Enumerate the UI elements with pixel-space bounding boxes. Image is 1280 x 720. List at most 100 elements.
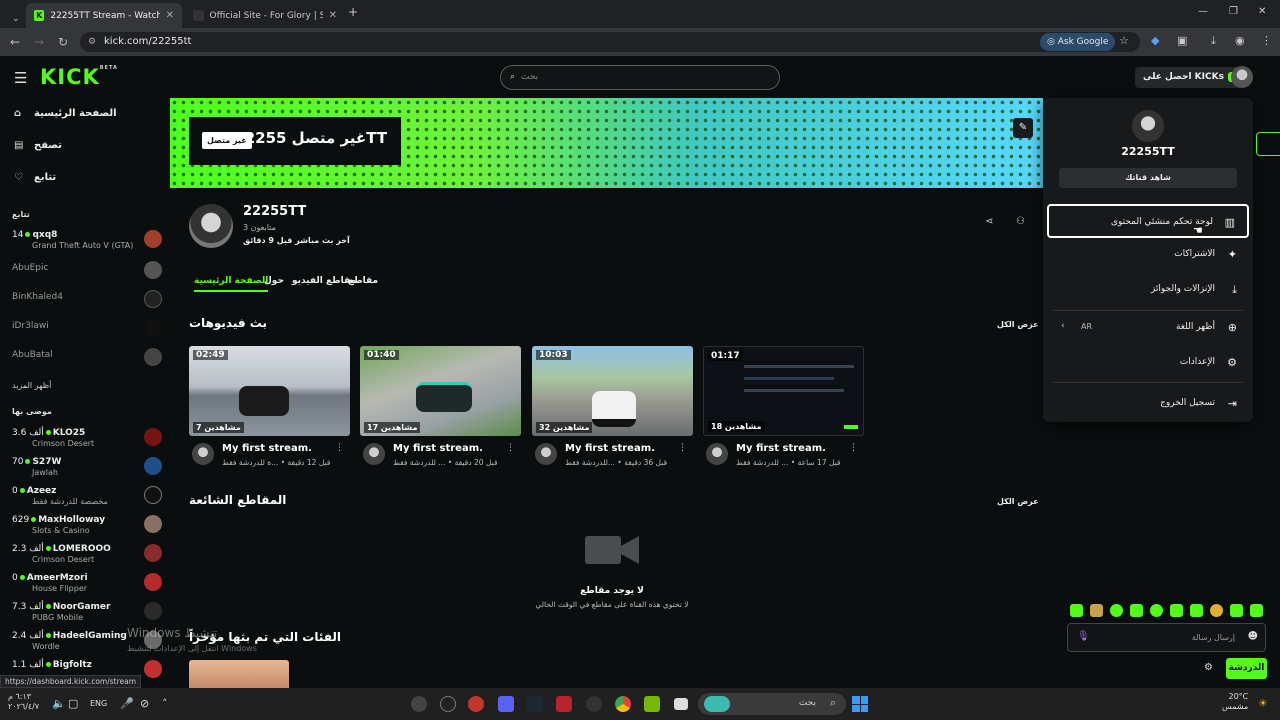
menu-item-settings[interactable]: الإعدادات ⚙ xyxy=(1047,346,1249,380)
video-thumbnail[interactable]: 01:40 17 مشاهدين xyxy=(360,346,521,436)
weather-widget[interactable]: 20°C مشمس xyxy=(1222,692,1248,712)
microphone-icon[interactable]: 🎙 xyxy=(1077,631,1090,642)
chat-message-input[interactable]: 🎙 إرسال رسالة ☻ xyxy=(1067,623,1266,652)
obs-studio-icon[interactable] xyxy=(440,696,456,712)
video-title[interactable]: My first stream. xyxy=(222,443,312,454)
more-options-icon[interactable]: ⋮ xyxy=(849,443,858,453)
video-title[interactable]: My first stream. xyxy=(393,443,483,454)
tab-home[interactable]: الصفحة الرئيسية xyxy=(194,276,269,292)
more-options-icon[interactable]: ⋮ xyxy=(335,443,344,453)
tray-chevron-icon[interactable]: ˄ xyxy=(162,697,168,710)
back-icon[interactable]: ← xyxy=(10,35,20,49)
video-thumbnail[interactable]: 10:03 32 مشاهدين xyxy=(532,346,693,436)
sidebar-channel-maxholloway[interactable]: 629 MaxHolloway Slots & Casino xyxy=(12,513,162,537)
search-input[interactable]: ⌕ بحث xyxy=(500,65,780,90)
taskbar-clock[interactable]: ٦:١٣ م ٢٠٢٦/٤/٧ xyxy=(8,692,39,712)
video-thumbnail[interactable]: 02:49 7 مشاهدين xyxy=(189,346,350,436)
maximize-button[interactable]: ❐ xyxy=(1229,6,1238,17)
tab-videos[interactable]: مقاطع الفيديو xyxy=(292,276,356,286)
file-explorer-icon[interactable] xyxy=(674,698,688,710)
taskbar-search[interactable]: بحث ⌕ xyxy=(698,693,846,715)
video-title[interactable]: My first stream. xyxy=(736,443,826,454)
share-icon[interactable]: ⋖ xyxy=(985,216,993,227)
sidebar-item-browse[interactable]: ▤ تصفح xyxy=(14,140,62,151)
video-card[interactable]: 02:49 7 مشاهدين My first stream. قبل 12 … xyxy=(189,346,350,471)
menu-item-creator-dashboard[interactable]: لوحة تحكم منشئي المحتوى ▥ ☚ xyxy=(1047,204,1249,238)
follow-user-icon[interactable]: ⚇ xyxy=(1016,216,1025,227)
sidebar-channel-binkhaled4[interactable]: BinKhaled4 xyxy=(12,288,162,312)
emote-icon[interactable] xyxy=(1110,604,1123,617)
video-card[interactable]: 01:40 17 مشاهدين My first stream. قبل 20… xyxy=(360,346,521,471)
url-field[interactable]: ⚙ kick.com/22255tt xyxy=(80,32,1140,52)
more-options-icon[interactable]: ⋮ xyxy=(506,443,515,453)
video-title[interactable]: My first stream. xyxy=(565,443,655,454)
show-more-link[interactable]: أظهر المزيد xyxy=(12,381,51,390)
category-thumbnail[interactable] xyxy=(189,660,289,688)
menu-item-logout[interactable]: تسجيل الخروج ⇥ xyxy=(1047,387,1249,421)
nvidia-icon[interactable] xyxy=(644,696,660,712)
clips-see-all-link[interactable]: عرض الكل xyxy=(997,497,1039,506)
obs-app-icon[interactable] xyxy=(411,696,427,712)
sidebar-channel-idr3lawi[interactable]: iDr3lawi xyxy=(12,317,162,341)
speaker-icon[interactable]: 🔈 xyxy=(52,697,66,710)
sidebar-channel-klo25[interactable]: 3.6 ألف KLO25 Crimson Desert xyxy=(12,426,162,450)
adobe-icon[interactable] xyxy=(556,696,572,712)
sidebar-channel-abuepic[interactable]: AbuEpic xyxy=(12,259,162,283)
more-options-icon[interactable]: ⋮ xyxy=(678,443,687,453)
menu-item-drops[interactable]: الإنزالات والجوائز ⤓ xyxy=(1047,273,1249,307)
edit-banner-button[interactable]: ✎ xyxy=(1013,118,1033,138)
ask-google-button[interactable]: ◎ Ask Google xyxy=(1040,33,1116,51)
emote-icon[interactable] xyxy=(1150,604,1163,617)
steam-icon[interactable] xyxy=(527,696,543,712)
sidebar-item-following[interactable]: ♡ تتابع xyxy=(14,172,56,183)
emote-icon[interactable] xyxy=(1090,604,1103,617)
sidebar-item-home[interactable]: ⌂ الصفحة الرئيسية xyxy=(14,108,117,119)
minimize-button[interactable]: — xyxy=(1198,6,1208,17)
emote-icon[interactable] xyxy=(1190,604,1203,617)
tab-about[interactable]: حول xyxy=(264,276,284,286)
reload-icon[interactable]: ↻ xyxy=(58,35,68,49)
sidebar-channel-ameermzori[interactable]: 0 AmeerMzori House Flipper xyxy=(12,571,162,595)
forward-icon[interactable]: → xyxy=(34,35,44,49)
channel-avatar-large[interactable] xyxy=(189,204,233,248)
view-channel-button[interactable]: شاهد قناتك xyxy=(1059,168,1237,188)
site-info-icon[interactable]: ⚙ xyxy=(88,32,96,52)
sidebar-channel-noorgamer[interactable]: 7.3 ألف NoorGamer PUBG Mobile xyxy=(12,600,162,624)
mic-tray-icon[interactable]: 🎤 xyxy=(120,697,134,710)
close-tab-icon[interactable]: ✕ xyxy=(329,10,337,21)
extension-icon[interactable]: ◆ xyxy=(1151,34,1159,47)
sidebar-channel-qxq8[interactable]: 14 qxq8 Grand Theft Auto V (GTA) xyxy=(12,228,162,252)
sidebar-channel-lomerooo[interactable]: 2.3 ألف LOMEROOO Crimson Desert xyxy=(12,542,162,566)
chrome-icon[interactable] xyxy=(615,696,631,712)
tab-steelseries[interactable]: Official Site - For Glory | SteelSe ✕ xyxy=(185,3,345,28)
tab-kick[interactable]: K 22255TT Stream - Watch Live o ✕ xyxy=(26,3,182,28)
sidebar-channel-azeez[interactable]: 0 Azeez مخصصة للدردشة فقط xyxy=(12,484,162,508)
display-icon[interactable]: ▢ xyxy=(68,697,78,710)
get-kicks-button[interactable]: احصل على KICKs xyxy=(1135,67,1246,88)
extensions-puzzle-icon[interactable]: ▣ xyxy=(1177,34,1187,47)
user-avatar[interactable] xyxy=(1231,66,1253,88)
video-thumbnail[interactable]: 01:17 18 مشاهدين xyxy=(703,346,864,436)
emoji-icon[interactable]: ☻ xyxy=(1248,631,1258,642)
kick-logo[interactable]: KICKBETA xyxy=(40,65,118,89)
bookmark-star-icon[interactable]: ☆ xyxy=(1119,34,1129,47)
video-card[interactable]: 01:17 18 مشاهدين My first stream. قبل 17… xyxy=(703,346,864,471)
new-tab-button[interactable]: + xyxy=(348,5,358,19)
emote-icon[interactable] xyxy=(1210,604,1223,617)
download-icon[interactable]: ⤓ xyxy=(1211,34,1216,48)
sidebar-channel-s27w[interactable]: 70 S27W Jawlah xyxy=(12,455,162,479)
hamburger-menu-icon[interactable]: ☰ xyxy=(14,69,27,87)
menu-item-language[interactable]: أظهر اللغة AR ‹ ⊕ xyxy=(1047,311,1249,345)
emote-icon[interactable] xyxy=(1250,604,1263,617)
emote-icon[interactable] xyxy=(1230,604,1243,617)
network-icon[interactable]: ⊘ xyxy=(140,697,149,710)
close-tab-icon[interactable]: ✕ xyxy=(166,10,174,21)
videos-see-all-link[interactable]: عرض الكل xyxy=(997,320,1039,329)
emote-icon[interactable] xyxy=(1170,604,1183,617)
sidebar-channel-abubatal[interactable]: AbuBatal xyxy=(12,346,162,370)
menu-item-subscriptions[interactable]: الاشتراكات ✦ xyxy=(1047,238,1249,272)
chrome-menu-icon[interactable]: ⋮ xyxy=(1261,34,1272,47)
discord-icon[interactable] xyxy=(498,696,514,712)
language-indicator[interactable]: ENG xyxy=(90,699,107,708)
chat-settings-icon[interactable]: ⚙ xyxy=(1204,662,1213,673)
